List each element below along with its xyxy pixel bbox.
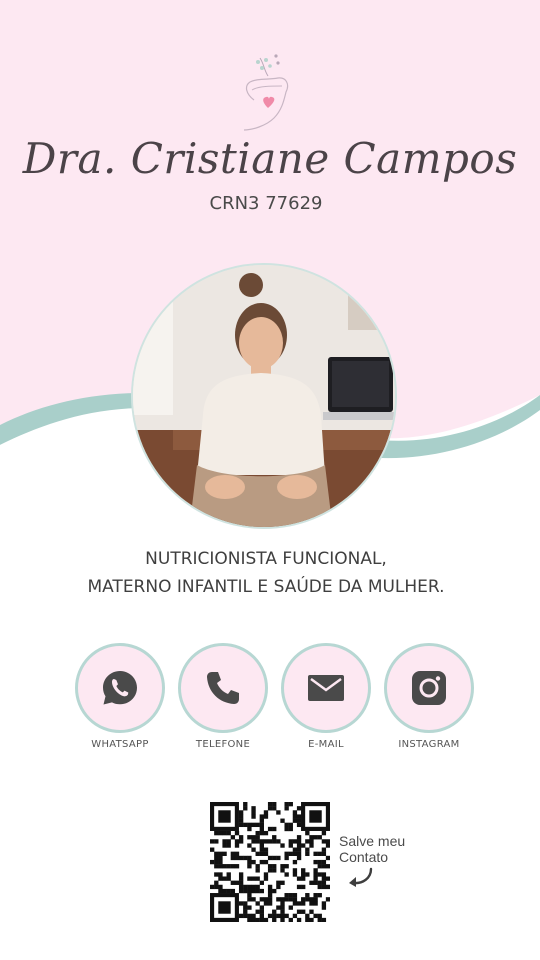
hand-heart-logo-icon (243, 54, 289, 131)
instagram-circle[interactable] (384, 643, 474, 733)
specialty-tagline: NUTRICIONISTA FUNCIONAL, MATERNO INFANTI… (0, 545, 532, 601)
crn-registration: CRN3 77629 (209, 193, 323, 214)
save-contact-text: Salve meu Contato (339, 833, 459, 865)
whatsapp-label: WHATSAPP (91, 739, 149, 750)
telefone-label: TELEFONE (195, 739, 251, 750)
instagram-button[interactable]: INSTAGRAM (379, 643, 479, 758)
curved-arrow-icon (349, 867, 373, 887)
telefone-circle[interactable] (178, 643, 268, 733)
phone-icon (207, 672, 239, 704)
contact-buttons: WHATSAPP TELEFONE E-MAIL INSTAGRAM (70, 643, 474, 758)
whatsapp-icon (103, 671, 137, 705)
doctor-name: Dra. Cristiane Campos (22, 134, 518, 183)
tagline-line-1: NUTRICIONISTA FUNCIONAL, (145, 549, 387, 569)
profile-photo (131, 263, 397, 529)
email-icon (308, 675, 344, 701)
instagram-label: INSTAGRAM (398, 739, 460, 750)
whatsapp-button[interactable]: WHATSAPP (70, 643, 170, 758)
save-contact-line-1: Salve meu (339, 833, 406, 849)
email-button[interactable]: E-MAIL (276, 643, 376, 758)
qr-code-icon[interactable] (210, 802, 330, 922)
email-label: E-MAIL (308, 739, 344, 750)
email-circle[interactable] (281, 643, 371, 733)
whatsapp-circle[interactable] (75, 643, 165, 733)
tagline-line-2: MATERNO INFANTIL E SAÚDE DA MULHER. (87, 577, 445, 597)
save-contact-line-2: Contato (339, 849, 389, 865)
telefone-button[interactable]: TELEFONE (173, 643, 273, 758)
instagram-icon (412, 671, 446, 705)
